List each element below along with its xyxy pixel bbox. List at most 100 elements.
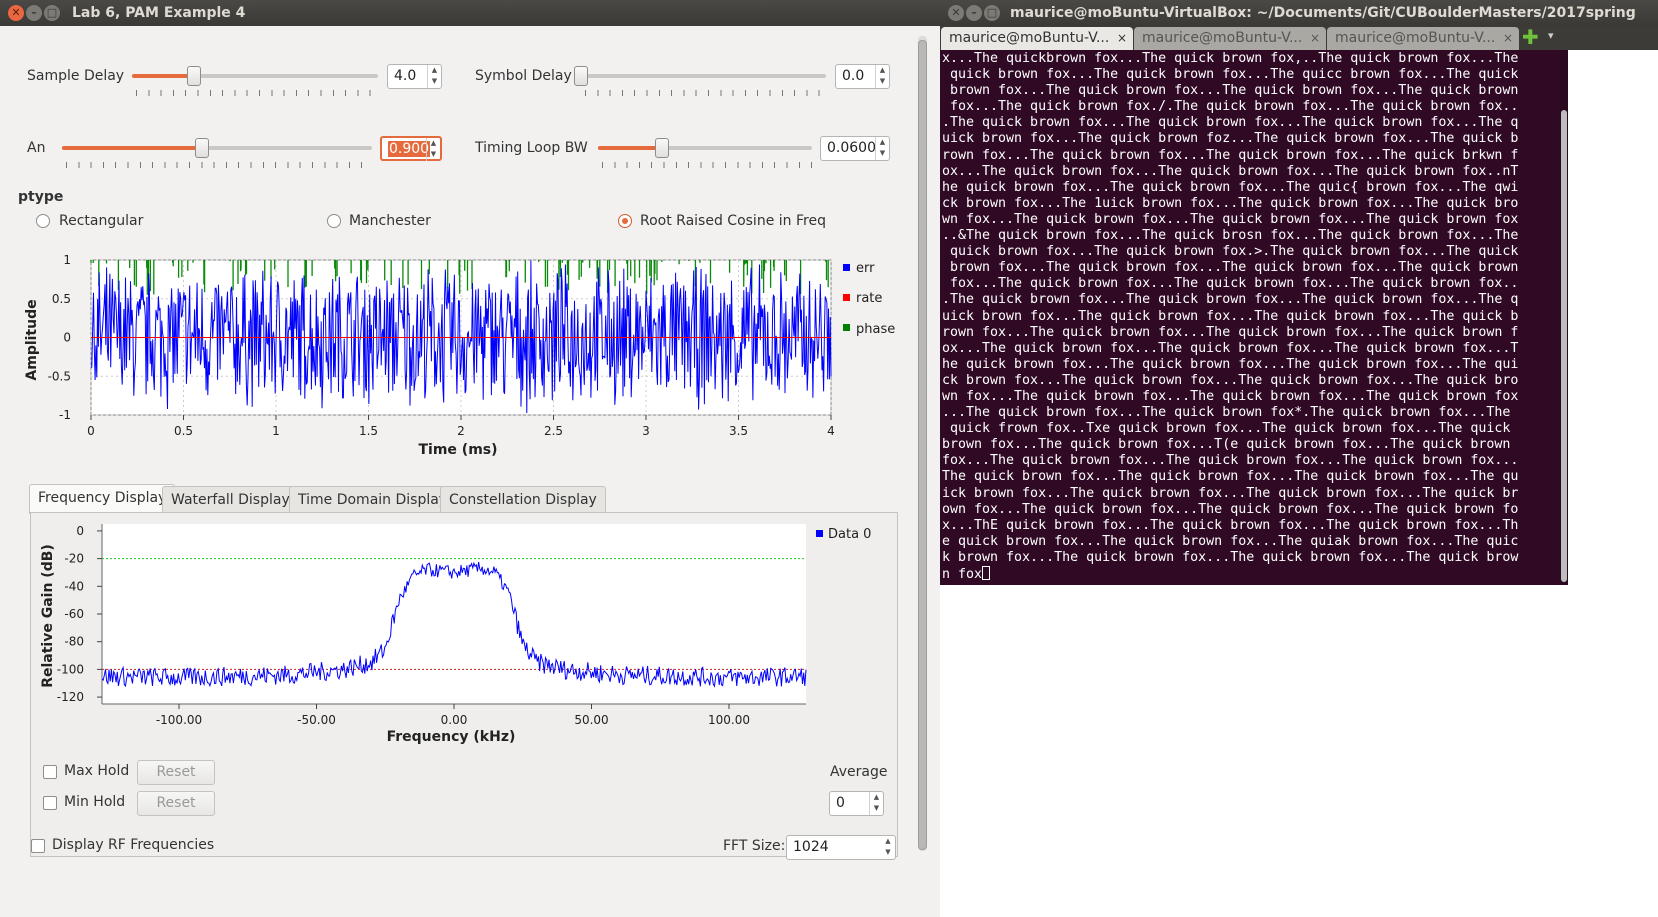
- symbol-delay-slider[interactable]: [574, 66, 826, 86]
- spin-arrows-icon[interactable]: ▲ ▼: [426, 138, 440, 161]
- an-slider-handle[interactable]: [194, 138, 209, 158]
- fft-size-select[interactable]: 1024 ▲ ▼: [786, 835, 896, 860]
- terminal-line: rown fox...The quick brown fox...The qui…: [942, 324, 1519, 340]
- time-plot-xtick-label: 0: [87, 424, 95, 438]
- terminal-line: .The quick brown fox...The quick brown f…: [942, 115, 1519, 131]
- terminal-line: he quick brown fox...The quick brown fox…: [942, 179, 1519, 195]
- terminal-line: wn fox...The quick brown fox...The quick…: [942, 388, 1519, 404]
- terminal-minimize-icon[interactable]: –: [966, 5, 982, 21]
- tab-waterfall-display[interactable]: Waterfall Display: [162, 486, 299, 513]
- terminal-tab-2[interactable]: maurice@moBuntu-V... ×: [1134, 27, 1326, 50]
- legend-data0-label: Data 0: [828, 527, 871, 542]
- freq-plot-xtick-label: 0.00: [441, 713, 468, 727]
- an-slider[interactable]: [62, 138, 372, 158]
- display-rf-checkbox[interactable]: [31, 839, 45, 853]
- average-spinbox[interactable]: 0 ▲ ▼: [829, 791, 884, 816]
- gui-scrollbar-thumb[interactable]: [918, 40, 927, 850]
- terminal-line: brown fox...The quick brown fox...T(e qu…: [942, 437, 1511, 453]
- time-plot-xlabel: Time (ms): [418, 442, 497, 458]
- terminal-tab-label: maurice@moBuntu-V...: [1335, 30, 1496, 46]
- max-hold-checkbox[interactable]: [43, 765, 57, 779]
- terminal-line: ick brown fox...The quick brown fox...Th…: [942, 485, 1519, 501]
- terminal-maximize-icon[interactable]: □: [984, 5, 1000, 21]
- symbol-delay-value: 0.0: [842, 68, 865, 84]
- timing-loop-bw-value: 0.0600: [827, 140, 876, 156]
- time-plot-ytick-label: 0: [63, 331, 71, 345]
- ptype-rectangular-label[interactable]: Rectangular: [59, 213, 143, 229]
- terminal-tab-label: maurice@moBuntu-V...: [949, 30, 1110, 46]
- new-tab-plus-icon[interactable]: ✚: [1522, 26, 1539, 48]
- legend-err-label: err: [856, 261, 875, 276]
- tab-frequency-display[interactable]: Frequency Display: [29, 484, 176, 514]
- timing-loop-bw-slider-handle[interactable]: [655, 138, 670, 158]
- terminal-line: ox...The quick brown fox...The quick bro…: [942, 163, 1519, 179]
- timing-loop-bw-slider[interactable]: [598, 138, 812, 158]
- ptype-rectangular-radio[interactable]: [36, 214, 50, 228]
- terminal-tab-3[interactable]: maurice@moBuntu-V... ×: [1327, 27, 1519, 50]
- sample-delay-slider-handle[interactable]: [186, 66, 201, 86]
- terminal-line: wn fox...The quick brown fox...The quick…: [942, 211, 1519, 227]
- ptype-rrc-radio[interactable]: [618, 214, 632, 228]
- sample-delay-value: 4.0: [394, 68, 417, 84]
- minimize-window-icon[interactable]: –: [26, 5, 42, 21]
- freq-plot-area: [102, 524, 806, 704]
- time-plot-ytick-label: -0.5: [48, 369, 71, 383]
- time-plot-xtick-label: 1.5: [359, 424, 378, 438]
- min-hold-reset-button[interactable]: Reset: [137, 791, 215, 816]
- time-plot-ytick-label: 0.5: [52, 292, 71, 306]
- freq-plot-xtick-label: 100.00: [708, 713, 750, 727]
- tab-close-icon[interactable]: ×: [1503, 27, 1513, 49]
- time-plot-xtick-label: 2.5: [544, 424, 563, 438]
- window-title: Lab 6, PAM Example 4: [72, 5, 246, 21]
- select-arrows-icon[interactable]: ▲ ▼: [881, 836, 895, 859]
- tab-close-icon[interactable]: ×: [1117, 27, 1127, 49]
- sample-delay-slider[interactable]: [132, 66, 378, 86]
- timing-loop-bw-ticks: [602, 162, 812, 168]
- frequency-plot: 0 -20 -40 -60 -80 -100 -120 -100.00 -50.00 0.00 50…: [40, 524, 871, 745]
- symbol-delay-ticks: [585, 90, 825, 96]
- min-hold-label[interactable]: Min Hold: [64, 794, 125, 810]
- terminal-output[interactable]: x...The quickbrown fox...The quick brown…: [940, 50, 1568, 585]
- terminal-tab-label: maurice@moBuntu-V...: [1142, 30, 1303, 46]
- time-plot-xtick-label: 1: [272, 424, 280, 438]
- spin-arrows-icon[interactable]: ▲ ▼: [875, 65, 889, 88]
- an-spinbox[interactable]: 0.900 ▲ ▼: [380, 136, 442, 161]
- freq-plot-ylabel: Relative Gain (dB): [40, 544, 56, 688]
- terminal-line: quick brown fox...The quick brown fox...…: [942, 67, 1519, 83]
- spin-arrows-icon[interactable]: ▲ ▼: [427, 65, 441, 88]
- terminal-tab-1[interactable]: maurice@moBuntu-V... ×: [941, 27, 1133, 50]
- terminal-line: ...The quick brown fox...The quick brown…: [942, 405, 1511, 421]
- spin-arrows-icon[interactable]: ▲ ▼: [869, 792, 883, 815]
- tab-time-domain-display[interactable]: Time Domain Display: [289, 486, 457, 513]
- terminal-line: brown fox...The quick brown fox...The qu…: [942, 260, 1519, 276]
- terminal-line: ..&The quick brown fox...The quick brosn…: [942, 228, 1519, 244]
- ptype-rrc-label[interactable]: Root Raised Cosine in Freq: [640, 213, 826, 229]
- spin-arrows-icon[interactable]: ▲ ▼: [875, 137, 889, 160]
- tab-close-icon[interactable]: ×: [1310, 27, 1320, 49]
- symbol-delay-slider-handle[interactable]: [574, 66, 588, 86]
- terminal-close-icon[interactable]: ✕: [948, 5, 964, 21]
- tab-constellation-display[interactable]: Constellation Display: [440, 486, 606, 513]
- time-plot-xtick-label: 3: [642, 424, 650, 438]
- min-hold-checkbox[interactable]: [43, 796, 57, 810]
- close-window-icon[interactable]: ✕: [8, 5, 24, 21]
- terminal-line: rown fox...The quick brown fox...The qui…: [942, 147, 1519, 163]
- ptype-manchester-label[interactable]: Manchester: [349, 213, 431, 229]
- tab-list-chevron-icon[interactable]: ▾: [1548, 29, 1554, 42]
- time-plot-ylabel: Amplitude: [24, 299, 40, 380]
- max-hold-label[interactable]: Max Hold: [64, 763, 129, 779]
- symbol-delay-spinbox[interactable]: 0.0 ▲ ▼: [835, 64, 890, 89]
- time-plot-xtick-label: 3.5: [729, 424, 748, 438]
- sample-delay-spinbox[interactable]: 4.0 ▲ ▼: [387, 64, 442, 89]
- legend-phase-swatch: [843, 324, 850, 331]
- terminal-scrollbar-thumb[interactable]: [1561, 110, 1567, 582]
- average-value: 0: [836, 795, 845, 811]
- display-rf-label[interactable]: Display RF Frequencies: [52, 837, 214, 853]
- time-plot-xtick-label: 0.5: [174, 424, 193, 438]
- ptype-manchester-radio[interactable]: [327, 214, 341, 228]
- timing-loop-bw-spinbox[interactable]: 0.0600 ▲ ▼: [820, 136, 890, 161]
- terminal-line: The quick brown fox...The quick brown fo…: [942, 469, 1519, 485]
- maximize-window-icon[interactable]: □: [44, 5, 60, 21]
- max-hold-reset-button[interactable]: Reset: [137, 760, 215, 785]
- terminal-title: maurice@moBuntu-VirtualBox: ~/Documents/…: [1010, 5, 1636, 21]
